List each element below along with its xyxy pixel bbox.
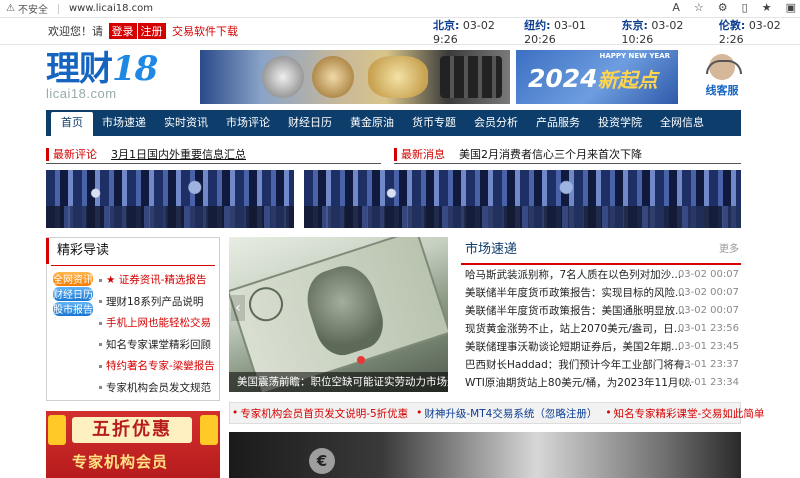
nav-home[interactable]: 首页 xyxy=(51,112,93,136)
collections-icon[interactable]: ▣ xyxy=(786,1,796,14)
split-screen-icon[interactable]: ▯ xyxy=(742,1,748,14)
ticker-tag: 最新评论 xyxy=(53,148,97,161)
divider xyxy=(57,3,59,14)
new-year-year: 2024新起点 xyxy=(528,64,658,93)
read-aloud-icon[interactable]: A xyxy=(672,1,680,14)
stock-report-icon[interactable]: 股市报告 xyxy=(53,302,93,316)
favorite-icon[interactable]: ☆ xyxy=(694,1,704,14)
guide-item[interactable]: 手机上网也能轻松交易 xyxy=(99,313,215,335)
promo-link[interactable]: 财神升级-MT4交易系统（忽略注册） xyxy=(424,406,597,421)
lantern-icon xyxy=(200,415,218,445)
guide-item[interactable]: 理财18系列产品说明 xyxy=(99,292,215,314)
top-info-bar: 欢迎您！请 登录 注册 交易软件下载 北京: 03-02 9:26 纽约: 03… xyxy=(0,17,800,46)
list-item[interactable]: WTI原油期货站上80美元/桶，为2023年11月以... 03-01 23:34 xyxy=(461,374,741,392)
carousel-caption[interactable]: 美国震荡前瞻：职位空缺可能证实劳动力市场逐 xyxy=(229,372,448,392)
list-item[interactable]: 美联储半年度货币政策报告：实现目标的风险... 03-02 00:07 xyxy=(461,284,741,302)
extensions-icon[interactable]: ⚙ xyxy=(718,1,728,14)
all-news-icon[interactable]: 全网资讯 xyxy=(53,272,93,286)
clock-tokyo: 东京: 03-02 10:26 xyxy=(621,18,684,46)
carousel-indicator[interactable] xyxy=(357,356,365,364)
promo-links-strip: • 专家机构会员首页发文说明-5折优惠 • 财神升级-MT4交易系统（忽略注册）… xyxy=(229,402,764,424)
headset-agent-icon xyxy=(706,54,742,80)
calendar-icon[interactable]: 财经日历 xyxy=(53,287,93,301)
welcome-area: 欢迎您！请 登录 注册 交易软件下载 xyxy=(48,23,238,39)
world-clocks: 北京: 03-02 9:26 纽约: 03-01 20:26 东京: 03-02… xyxy=(433,17,800,46)
divider xyxy=(394,163,741,164)
nav-academy[interactable]: 投资学院 xyxy=(589,110,651,136)
nav-realtime-news[interactable]: 实时资讯 xyxy=(155,110,217,136)
register-link[interactable]: 注册 xyxy=(137,23,166,39)
trading-floor-photo[interactable] xyxy=(46,170,294,228)
featured-guide: 精彩导读 全网资讯 财经日历 股市报告 ★ 证券资讯-精选报告 理财18系列产品… xyxy=(46,237,220,401)
clock-beijing: 北京: 03-02 9:26 xyxy=(433,18,495,46)
browser-toolbar: A ☆ ⚙ ▯ ★ ▣ xyxy=(672,1,796,14)
list-item[interactable]: 美联储理事沃勒谈论短期证券后，美国2年期... 03-01 23:45 xyxy=(461,338,741,356)
member-text: 专家机构会员 xyxy=(72,453,169,471)
software-download-link[interactable]: 交易软件下载 xyxy=(172,25,238,38)
ticker-link[interactable]: 3月1日国内外重要信息汇总 xyxy=(111,146,246,162)
logo-text: 理财 xyxy=(46,49,113,89)
nav-market-express[interactable]: 市场速递 xyxy=(93,110,155,136)
news-carousel[interactable]: ‹ xyxy=(229,237,448,392)
list-item[interactable]: 美联储半年度货币政策报告：美国通胀明显放... 03-02 00:07 xyxy=(461,302,741,320)
lantern-icon xyxy=(48,415,66,445)
welcome-text: 欢迎您！请 xyxy=(48,25,103,38)
logo-number: 18 xyxy=(112,49,158,89)
nav-currency[interactable]: 货币专题 xyxy=(403,110,465,136)
dollar-bill-image xyxy=(229,237,448,392)
guide-item[interactable]: ★ 证券资讯-精选报告 xyxy=(99,270,215,292)
list-item[interactable]: 巴西财长Haddad：我们预计今年工业部门将有... 03-01 23:37 xyxy=(461,356,741,374)
nav-market-comment[interactable]: 市场评论 xyxy=(217,110,279,136)
market-express: 市场速递 更多 哈马斯武装派别称，7名人质在以色列对加沙... 03-02 00:… xyxy=(461,237,741,393)
new-year-banner[interactable]: HAPPY NEW YEAR 2024新起点 xyxy=(516,50,678,104)
url-field[interactable]: www.licai18.com xyxy=(69,3,153,14)
euro-icon: € xyxy=(309,448,335,474)
nav-products[interactable]: 产品服务 xyxy=(527,110,589,136)
new-year-text: HAPPY NEW YEAR xyxy=(599,52,671,60)
bitcoin-image xyxy=(312,56,354,98)
latest-news-ticker: 最新消息 美国2月消费者信心三个月来首次下降 xyxy=(394,146,642,162)
market-title: 市场速递 xyxy=(465,242,518,257)
carousel-prev-arrow[interactable]: ‹ xyxy=(231,295,245,321)
nav-gold-oil[interactable]: 黄金原油 xyxy=(341,110,403,136)
guide-title: 精彩导读 xyxy=(46,238,219,264)
main-nav: 首页 市场速递 实时资讯 市场评论 财经日历 黄金原油 货币专题 会员分析 产品… xyxy=(46,110,741,136)
browser-address-bar: ⚠ 不安全 www.licai18.com A ☆ ⚙ ▯ ★ ▣ xyxy=(0,0,800,17)
promo-link[interactable]: 知名专家精彩课堂-交易如此简单 xyxy=(614,406,765,421)
ticker-link[interactable]: 美国2月消费者信心三个月来首次下降 xyxy=(459,146,642,162)
list-item[interactable]: 现货黄金涨势不止，站上2070美元/盎司，日... 03-01 23:56 xyxy=(461,320,741,338)
guide-list: ★ 证券资讯-精选报告 理财18系列产品说明 手机上网也能轻松交易 知名专家课堂… xyxy=(99,270,215,399)
guide-item[interactable]: 特约著名专家-梁孌报告 xyxy=(99,356,215,378)
guide-item[interactable]: 知名专家课堂精彩回顾 xyxy=(99,335,215,357)
customer-service-link[interactable]: 线客服 xyxy=(692,50,752,102)
security-label: 不安全 xyxy=(17,5,48,16)
more-link[interactable]: 更多 xyxy=(719,237,739,263)
commodities-banner[interactable] xyxy=(200,50,510,104)
grain-image xyxy=(368,56,428,98)
guide-item[interactable]: 专家机构会员发文规范 xyxy=(99,378,215,400)
divider xyxy=(46,163,381,164)
security-warning[interactable]: ⚠ 不安全 xyxy=(6,1,48,16)
chess-banner[interactable]: € xyxy=(229,432,741,478)
member-discount-banner[interactable]: 五折优惠 专家机构会员 xyxy=(46,411,220,478)
clock-newyork: 纽约: 03-01 20:26 xyxy=(524,18,586,46)
clock-london: 伦敦: 03-02 2:26 xyxy=(718,18,781,46)
login-link[interactable]: 登录 xyxy=(108,23,137,39)
service-label: 线客服 xyxy=(705,84,739,97)
latest-comment-ticker: 最新评论 3月1日国内外重要信息汇总 xyxy=(46,146,246,162)
trading-floor-photo-wide[interactable] xyxy=(304,170,741,228)
coin-image xyxy=(262,56,304,98)
discount-text: 五折优惠 xyxy=(72,417,192,443)
list-item[interactable]: 哈马斯武装派别称，7名人质在以色列对加沙... 03-02 00:07 xyxy=(461,266,741,284)
ticker-tag: 最新消息 xyxy=(401,148,445,161)
oil-barrels-image xyxy=(440,56,502,98)
favorites-bar-icon[interactable]: ★ xyxy=(762,1,772,14)
warning-icon: ⚠ xyxy=(6,3,15,14)
nav-all-news[interactable]: 全网信息 xyxy=(651,110,713,136)
site-logo[interactable]: 理财18 licai18.com xyxy=(46,50,194,106)
nav-calendar[interactable]: 财经日历 xyxy=(279,110,341,136)
nav-member-analysis[interactable]: 会员分析 xyxy=(465,110,527,136)
promo-link[interactable]: 专家机构会员首页发文说明-5折优惠 xyxy=(240,406,408,421)
